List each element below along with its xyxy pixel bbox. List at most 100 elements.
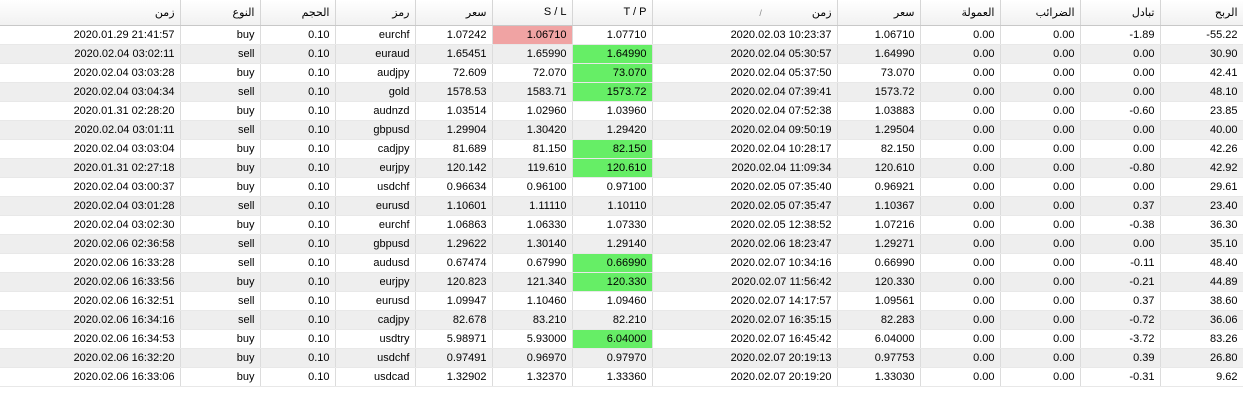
table-header-row: زمن النوع الحجم رمز سعر S / L T / P / زمن… bbox=[0, 0, 1243, 26]
cell-stop-loss: 1.65990 bbox=[492, 44, 573, 64]
cell-symbol: eurchf bbox=[335, 215, 416, 235]
cell-price-open: 72.609 bbox=[415, 63, 493, 83]
table-row[interactable]: 2020.02.06 16:33:28 sell 0.10 audusd 0.67474… bbox=[0, 253, 1243, 273]
cell-take-profit: 1.33360 bbox=[572, 367, 653, 387]
table-row[interactable]: 2020.02.06 16:34:53 buy 0.10 usdtry 5.98971 5… bbox=[0, 329, 1243, 349]
table-row[interactable]: 2020.02.06 16:32:20 buy 0.10 usdchf 0.97491 0… bbox=[0, 348, 1243, 368]
cell-commission: 0.00 bbox=[920, 310, 1001, 330]
cell-take-profit: 82.150 bbox=[572, 139, 653, 159]
cell-swap: 0.37 bbox=[1080, 291, 1161, 311]
cell-symbol: eurjpy bbox=[335, 272, 416, 292]
cell-stop-loss: 72.070 bbox=[492, 63, 573, 83]
table-row[interactable]: 2020.02.06 02:36:58 sell 0.10 gbpusd 1.29622… bbox=[0, 234, 1243, 254]
cell-profit: 29.61 bbox=[1160, 177, 1243, 197]
cell-taxes: 0.00 bbox=[1000, 82, 1081, 102]
cell-volume: 0.10 bbox=[260, 367, 336, 387]
cell-price-open: 1578.53 bbox=[415, 82, 493, 102]
table-row[interactable]: 2020.02.04 03:02:11 sell 0.10 euraud 1.65451… bbox=[0, 44, 1243, 64]
cell-take-profit: 1.10110 bbox=[572, 196, 653, 216]
cell-price-close: 1.29271 bbox=[837, 234, 921, 254]
table-row[interactable]: 2020.01.31 02:27:18 buy 0.10 eurjpy 120.142 1… bbox=[0, 158, 1243, 178]
cell-time-close: 2020.02.07 20:19:13 bbox=[652, 348, 838, 368]
header-time-open[interactable]: زمن bbox=[0, 0, 181, 26]
cell-price-close: 1.10367 bbox=[837, 196, 921, 216]
cell-take-profit: 1.29420 bbox=[572, 120, 653, 140]
header-take-profit[interactable]: T / P bbox=[572, 0, 653, 26]
trade-history-table: زمن النوع الحجم رمز سعر S / L T / P / زمن… bbox=[0, 0, 1243, 387]
table-row[interactable]: 2020.02.04 03:03:28 buy 0.10 audjpy 72.609 72… bbox=[0, 63, 1243, 83]
cell-time-open: 2020.02.06 16:33:28 bbox=[0, 253, 181, 273]
table-row[interactable]: 2020.02.04 03:02:30 buy 0.10 eurchf 1.06863 1… bbox=[0, 215, 1243, 235]
cell-price-open: 1.29622 bbox=[415, 234, 493, 254]
table-row[interactable]: 2020.02.04 03:01:28 sell 0.10 eurusd 1.10601… bbox=[0, 196, 1243, 216]
header-symbol[interactable]: رمز bbox=[335, 0, 416, 26]
cell-symbol: euraud bbox=[335, 44, 416, 64]
header-commission[interactable]: العمولة bbox=[920, 0, 1001, 26]
table-row[interactable]: 2020.02.04 03:00:37 buy 0.10 usdchf 0.96634 0… bbox=[0, 177, 1243, 197]
cell-price-close: 1.03883 bbox=[837, 101, 921, 121]
table-row[interactable]: 2020.01.29 21:41:57 buy 0.10 eurchf 1.07242 1… bbox=[0, 25, 1243, 45]
cell-taxes: 0.00 bbox=[1000, 139, 1081, 159]
header-taxes[interactable]: الضرائب bbox=[1000, 0, 1081, 26]
table-row[interactable]: 2020.02.06 16:33:06 buy 0.10 usdcad 1.32902 1… bbox=[0, 367, 1243, 387]
cell-price-open: 120.823 bbox=[415, 272, 493, 292]
table-row[interactable]: 2020.01.31 02:28:20 buy 0.10 audnzd 1.03514 1… bbox=[0, 101, 1243, 121]
table-row[interactable]: 2020.02.06 16:33:56 buy 0.10 eurjpy 120.823 1… bbox=[0, 272, 1243, 292]
cell-time-close: 2020.02.05 07:35:40 bbox=[652, 177, 838, 197]
cell-stop-loss: 1.06710 bbox=[492, 25, 573, 45]
cell-time-close: 2020.02.07 10:34:16 bbox=[652, 253, 838, 273]
cell-price-open: 1.09947 bbox=[415, 291, 493, 311]
table-row[interactable]: 2020.02.06 16:34:16 sell 0.10 cadjpy 82.678 8… bbox=[0, 310, 1243, 330]
cell-time-open: 2020.02.04 03:04:34 bbox=[0, 82, 181, 102]
cell-swap: 0.00 bbox=[1080, 234, 1161, 254]
cell-symbol: cadjpy bbox=[335, 139, 416, 159]
cell-time-close: 2020.02.04 05:37:50 bbox=[652, 63, 838, 83]
header-swap[interactable]: تبادل bbox=[1080, 0, 1161, 26]
cell-time-open: 2020.02.04 03:00:37 bbox=[0, 177, 181, 197]
header-time-close[interactable]: / زمن bbox=[652, 0, 838, 26]
cell-taxes: 0.00 bbox=[1000, 177, 1081, 197]
sort-indicator-icon: / bbox=[759, 7, 762, 18]
cell-taxes: 0.00 bbox=[1000, 253, 1081, 273]
cell-commission: 0.00 bbox=[920, 139, 1001, 159]
cell-swap: -0.21 bbox=[1080, 272, 1161, 292]
cell-price-close: 1.29504 bbox=[837, 120, 921, 140]
cell-symbol: cadjpy bbox=[335, 310, 416, 330]
cell-stop-loss: 1.30140 bbox=[492, 234, 573, 254]
table-row[interactable]: 2020.02.04 03:03:04 buy 0.10 cadjpy 81.689 81… bbox=[0, 139, 1243, 159]
header-type[interactable]: النوع bbox=[180, 0, 261, 26]
header-profit[interactable]: الربح bbox=[1160, 0, 1243, 26]
cell-swap: -0.38 bbox=[1080, 215, 1161, 235]
cell-take-profit: 1.03960 bbox=[572, 101, 653, 121]
cell-time-open: 2020.02.04 03:02:11 bbox=[0, 44, 181, 64]
cell-price-close: 1573.72 bbox=[837, 82, 921, 102]
header-stop-loss[interactable]: S / L bbox=[492, 0, 573, 26]
cell-price-close: 1.33030 bbox=[837, 367, 921, 387]
cell-taxes: 0.00 bbox=[1000, 348, 1081, 368]
cell-swap: 0.39 bbox=[1080, 348, 1161, 368]
cell-profit: -55.22 bbox=[1160, 25, 1243, 45]
table-row[interactable]: 2020.02.06 16:32:51 sell 0.10 eurusd 1.09947… bbox=[0, 291, 1243, 311]
cell-type: sell bbox=[180, 291, 261, 311]
cell-stop-loss: 83.210 bbox=[492, 310, 573, 330]
cell-taxes: 0.00 bbox=[1000, 234, 1081, 254]
cell-price-open: 1.10601 bbox=[415, 196, 493, 216]
cell-time-close: 2020.02.04 07:52:38 bbox=[652, 101, 838, 121]
table-row[interactable]: 2020.02.04 03:04:34 sell 0.10 gold 1578.53 15… bbox=[0, 82, 1243, 102]
cell-price-close: 1.07216 bbox=[837, 215, 921, 235]
cell-time-open: 2020.02.06 16:33:56 bbox=[0, 272, 181, 292]
cell-symbol: audjpy bbox=[335, 63, 416, 83]
cell-take-profit: 0.66990 bbox=[572, 253, 653, 273]
cell-type: buy bbox=[180, 177, 261, 197]
cell-volume: 0.10 bbox=[260, 63, 336, 83]
table-row[interactable]: 2020.02.04 03:01:11 sell 0.10 gbpusd 1.29904… bbox=[0, 120, 1243, 140]
cell-time-close: 2020.02.07 16:35:15 bbox=[652, 310, 838, 330]
cell-volume: 0.10 bbox=[260, 177, 336, 197]
cell-stop-loss: 5.93000 bbox=[492, 329, 573, 349]
cell-price-close: 73.070 bbox=[837, 63, 921, 83]
cell-symbol: usdtry bbox=[335, 329, 416, 349]
header-price-close[interactable]: سعر bbox=[837, 0, 921, 26]
header-volume[interactable]: الحجم bbox=[260, 0, 336, 26]
cell-take-profit: 6.04000 bbox=[572, 329, 653, 349]
header-price-open[interactable]: سعر bbox=[415, 0, 493, 26]
